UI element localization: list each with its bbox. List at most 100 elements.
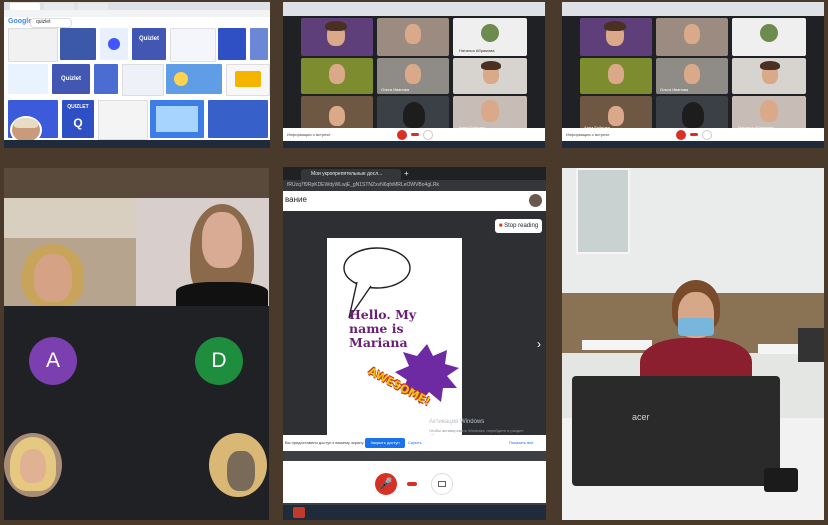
participant-avatar: D [195,337,243,385]
browser-tab[interactable] [10,3,40,10]
camera-icon[interactable] [431,473,453,495]
camera-icon[interactable] [702,130,712,140]
image-thumbnail[interactable] [100,28,128,60]
participant-tile [377,18,449,56]
browser-tab[interactable] [78,3,108,10]
call-controls-bar: Информация о встрече [283,128,545,142]
browser-tab-bar [562,2,824,16]
browser-tab-bar: Мои укропрепятельные досл... + [283,167,546,180]
windows-taskbar [283,141,545,148]
mic-off-icon[interactable] [676,130,686,140]
tab-title: Мои укропрепятельные досл... [311,171,383,177]
laptop-brand: acer [632,412,650,422]
window [576,168,630,254]
participant-tile: Анна Бойкова [453,96,527,132]
participant-video-thumb [209,433,267,497]
image-thumbnail[interactable]: Quizlet [52,64,90,94]
participant-tile: Ольга Иванова [377,58,449,94]
participant-name: Ольга Иванова [381,87,410,92]
meeting-info-link[interactable]: Информация о встрече [287,132,330,137]
image-thumbnail[interactable] [218,28,246,60]
participant-tile: Ольга Иванова [656,58,728,94]
mic-off-icon[interactable] [397,130,407,140]
image-thumbnail[interactable] [98,100,148,140]
video-call-panel: A D [4,168,269,520]
header-text: вание [285,195,307,204]
browser-tab[interactable]: Мои укропрепятельные досл... [301,169,401,180]
desk [582,340,652,350]
browser-tab-bar [4,2,270,10]
hide-button[interactable]: Скрыть [408,440,422,445]
thumb-label: QUIZLET [67,104,89,110]
browser-tab[interactable] [44,3,74,10]
laptop: acer [572,376,780,486]
end-call-icon[interactable] [407,482,417,486]
windows-watermark-title: Активация Windows [429,419,485,425]
image-thumbnail[interactable] [8,28,58,62]
screen-share-notice: Вы предоставили доступ к вашему экрану. … [283,435,546,451]
participant-video [4,198,136,306]
participant-tile: Наталья Абрамова [453,18,527,56]
chevron-right-icon[interactable]: › [537,337,541,351]
meeting-info-link[interactable]: Информация о встрече [566,132,609,137]
image-thumbnail[interactable] [122,64,164,96]
stop-icon: ■ [498,223,503,229]
monitor [798,328,824,362]
avatar[interactable] [529,194,542,207]
participant-video-thumb [4,433,62,497]
participant-name: Наталья Абрамова [459,48,495,53]
slide: Hello. My name is Mariana AWESOME! [327,238,462,438]
participant-tile [580,58,652,94]
app-header: вание [283,191,546,211]
image-thumbnail[interactable] [8,64,48,94]
end-call-icon[interactable] [690,133,698,136]
search-query: quizlet [36,19,51,25]
participant-tile [656,18,728,56]
image-thumbnail[interactable]: Quizlet [132,28,166,60]
show-all-link[interactable]: Показать все [509,440,533,445]
camera-icon[interactable] [423,130,433,140]
image-thumbnail[interactable] [94,64,118,94]
image-thumbnail[interactable] [166,64,222,94]
google-logo: Google [8,18,33,25]
power-adapter [764,468,798,492]
windows-taskbar [562,141,824,148]
address-bar[interactable]: fRUzq7f9RpKDEWdyWLwjE_gN1STNZxvN6qfxMRLe… [283,180,546,191]
participant-avatar: A [29,337,77,385]
browser-tab-bar [283,2,545,16]
participant-tile: Наталья Абрамова [732,96,806,132]
image-thumbnail[interactable] [60,28,96,60]
video-call-grid-panel: Ольга Иванова Анна Бойкова Наталья Абрам… [562,2,824,148]
address-bar[interactable] [4,10,270,17]
participant-tile [732,58,806,94]
image-thumbnail[interactable] [170,28,216,62]
taskbar-app-icon[interactable] [293,507,305,518]
browser-image-search-panel: Google quizlet Quizlet Quizlet QUIZLET Q [4,2,270,148]
image-thumbnail[interactable] [226,64,270,96]
stop-sharing-button[interactable]: Закрыть доступ [365,438,405,448]
participant-tile [732,18,806,56]
call-controls-bar: Информация о встрече [562,128,824,142]
participant-tile [377,96,449,132]
stop-reading-button[interactable]: ■ Stop reading [495,219,542,233]
image-thumbnail[interactable] [250,28,268,60]
participant-tile [656,96,728,132]
avatar-initial: A [45,349,60,372]
image-thumbnail[interactable]: QUIZLET Q [62,100,94,138]
thumb-label: Quizlet [138,36,159,42]
participant-tile: Анна Бойкова [580,96,652,132]
participant-video [136,198,269,306]
avatar-initial: D [211,349,227,372]
image-thumbnail[interactable] [150,100,204,138]
classroom-photo: acer [562,168,824,520]
image-thumbnail[interactable] [208,100,268,138]
face-mask [678,318,714,336]
participant-tile [453,58,527,94]
participant-tile [301,18,373,56]
end-call-icon[interactable] [411,133,419,136]
new-tab-icon[interactable]: + [404,169,409,179]
mic-off-icon[interactable]: 🎤 [375,473,397,495]
windows-taskbar [283,505,546,520]
participant-tile [301,96,373,132]
participant-tile [301,58,373,94]
